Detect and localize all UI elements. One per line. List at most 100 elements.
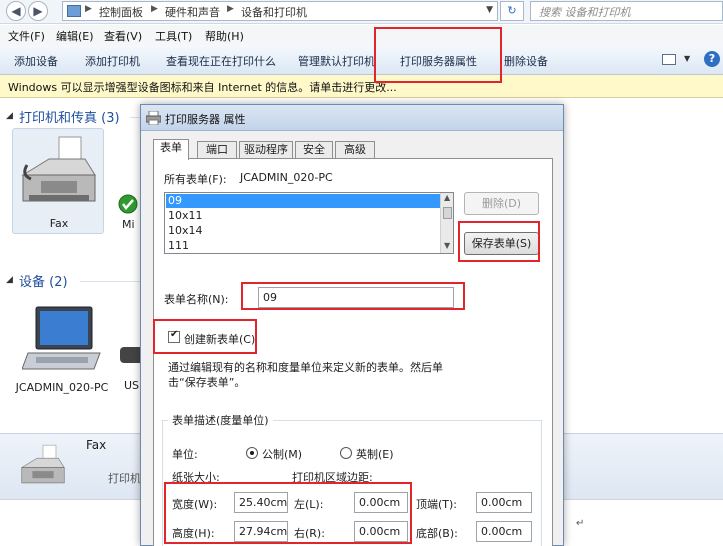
view-options-icon[interactable] [662, 54, 676, 65]
dialog-title-bar: 打印服务器 属性 [141, 105, 563, 131]
units-label: 单位: [172, 448, 198, 461]
height-label: 高度(H): [172, 527, 215, 540]
forms-list-item[interactable]: 10x11 [168, 209, 203, 222]
info-bar[interactable]: Windows 可以显示增强型设备图标和来自 Internet 的信息。请单击进… [0, 75, 723, 98]
section-divider [130, 117, 140, 118]
breadcrumb-separator-icon: ▶ [151, 4, 158, 14]
see-whats-printing-button[interactable]: 查看现在正在打印什么 [166, 53, 276, 69]
server-name: JCADMIN_020-PC [240, 171, 333, 184]
form-name-label: 表单名称(N): [164, 293, 229, 306]
metric-label[interactable]: 公制(M) [262, 446, 302, 462]
fax-machine-icon [21, 136, 96, 202]
forms-list-item[interactable]: 111 [168, 239, 189, 252]
back-arrow-icon: ◀ [11, 4, 21, 18]
device-label: US [124, 379, 140, 392]
scroll-down-icon[interactable]: ▼ [444, 241, 450, 250]
keyboard-device-icon [120, 347, 140, 363]
forward-arrow-icon: ▶ [33, 4, 43, 18]
fax-machine-icon [20, 444, 65, 484]
form-name-input[interactable]: 09 [258, 287, 454, 308]
computer-label: JCADMIN_020-PC [15, 381, 109, 394]
english-label[interactable]: 英制(E) [356, 446, 394, 462]
forms-list[interactable]: 09 10x11 10x14 111 ▲ ▼ [164, 192, 454, 254]
section-devices-title[interactable]: 设备 (2) [19, 271, 68, 290]
printer-icon [146, 111, 161, 125]
breadcrumb-control-panel[interactable]: 控制面板 [99, 4, 143, 20]
right-margin-label: 右(R): [294, 527, 325, 540]
breadcrumb-separator-icon: ▶ [85, 4, 92, 14]
height-input[interactable]: 27.94cm [234, 521, 288, 542]
radio-dot-icon [250, 451, 254, 455]
default-checkmark-icon [118, 194, 138, 214]
remove-device-button[interactable]: 删除设备 [504, 53, 548, 69]
print-server-properties-dialog: 打印服务器 属性 表单 端口 驱动程序 安全 高级 所有表单(F): JCADM… [140, 104, 564, 546]
tab-ports[interactable]: 端口 [197, 141, 237, 159]
left-margin-label: 左(L): [294, 498, 324, 511]
breadcrumb-hardware-sound[interactable]: 硬件和声音 [165, 4, 220, 20]
details-device-category: 打印机 [108, 472, 141, 485]
width-label: 宽度(W): [172, 498, 218, 511]
search-input[interactable]: 搜索 设备和打印机 [530, 1, 723, 21]
scrollbar-thumb[interactable] [443, 207, 452, 219]
form-description-text: 通过编辑现有的名称和度量单位来定义新的表单。然后单击“保存表单”。 [168, 361, 443, 389]
save-form-button[interactable]: 保存表单(S) [464, 232, 539, 255]
menu-help[interactable]: 帮助(H) [205, 28, 244, 44]
tab-drivers[interactable]: 驱动程序 [239, 141, 293, 159]
width-input[interactable]: 25.40cm [234, 492, 288, 513]
forms-list-scrollbar[interactable]: ▲ ▼ [440, 193, 453, 253]
usb-device-tile[interactable]: US [118, 343, 140, 393]
left-margin-input[interactable]: 0.00cm [354, 492, 408, 513]
tab-forms[interactable]: 表单 [153, 139, 189, 160]
add-device-button[interactable]: 添加设备 [14, 53, 58, 69]
bottom-margin-input[interactable]: 0.00cm [476, 521, 532, 542]
right-margin-input[interactable]: 0.00cm [354, 521, 408, 542]
view-dropdown-icon[interactable]: ▼ [684, 54, 690, 63]
top-margin-input[interactable]: 0.00cm [476, 492, 532, 513]
forms-list-item-selected[interactable]: 09 [166, 194, 440, 208]
forms-list-item[interactable]: 10x14 [168, 224, 203, 237]
breadcrumb-devices-printers[interactable]: 设备和打印机 [241, 4, 307, 20]
menu-tools[interactable]: 工具(T) [155, 28, 192, 44]
menu-view[interactable]: 查看(V) [104, 28, 142, 44]
back-button[interactable]: ◀ [6, 1, 26, 21]
dialog-title: 打印服务器 属性 [165, 113, 246, 126]
menu-file[interactable]: 文件(F) [8, 28, 45, 44]
tab-security[interactable]: 安全 [295, 141, 333, 159]
refresh-icon: ↻ [507, 4, 517, 17]
all-forms-label: 所有表单(F): [164, 173, 227, 186]
metric-radio[interactable] [246, 447, 258, 459]
printer-label: Mi [122, 218, 135, 231]
tab-advanced[interactable]: 高级 [335, 141, 375, 159]
default-printer-tile[interactable]: Mi [118, 180, 140, 231]
forms-tab-panel: 所有表单(F): JCADMIN_020-PC 09 10x11 10x14 1… [153, 158, 553, 546]
fax-device-tile[interactable]: Fax [12, 128, 104, 234]
create-new-form-label[interactable]: 创建新表单(C) [184, 331, 255, 347]
delete-form-button[interactable]: 删除(D) [464, 192, 539, 215]
menu-bar: 文件(F) 编辑(E) 查看(V) 工具(T) 帮助(H) [0, 25, 723, 45]
checkmark-icon: ✔ [170, 329, 179, 340]
help-icon[interactable]: ? [704, 51, 720, 67]
address-bar[interactable]: ▶ 控制面板 ▶ 硬件和声音 ▶ 设备和打印机 ▼ [62, 1, 498, 21]
form-description-group-label: 表单描述(度量单位) [168, 412, 273, 428]
forward-button[interactable]: ▶ [28, 1, 48, 21]
scroll-up-icon[interactable]: ▲ [444, 193, 450, 202]
print-server-properties-button[interactable]: 打印服务器属性 [400, 53, 477, 69]
bottom-margin-label: 底部(B): [416, 527, 458, 540]
refresh-button[interactable]: ↻ [500, 1, 524, 21]
printer-margins-label: 打印机区域边距: [292, 471, 373, 484]
manage-default-printers-button[interactable]: 管理默认打印机 [298, 53, 375, 69]
fax-label: Fax [49, 217, 69, 230]
collapse-triangle-icon[interactable]: ◢ [6, 111, 13, 121]
menu-edit[interactable]: 编辑(E) [56, 28, 94, 44]
create-new-form-checkbox[interactable]: ✔ [168, 329, 180, 343]
breadcrumb-separator-icon: ▶ [227, 4, 234, 14]
computer-device-tile[interactable]: JCADMIN_020-PC [12, 303, 112, 413]
paper-size-label: 纸张大小: [172, 471, 220, 484]
address-dropdown-icon[interactable]: ▼ [486, 5, 493, 15]
english-radio[interactable] [340, 447, 352, 459]
return-mark-icon: ↵ [576, 518, 585, 529]
collapse-triangle-icon[interactable]: ◢ [6, 275, 13, 285]
section-printers-title[interactable]: 打印机和传真 (3) [19, 107, 120, 126]
add-printer-button[interactable]: 添加打印机 [85, 53, 140, 69]
top-margin-label: 顶端(T): [416, 498, 458, 511]
